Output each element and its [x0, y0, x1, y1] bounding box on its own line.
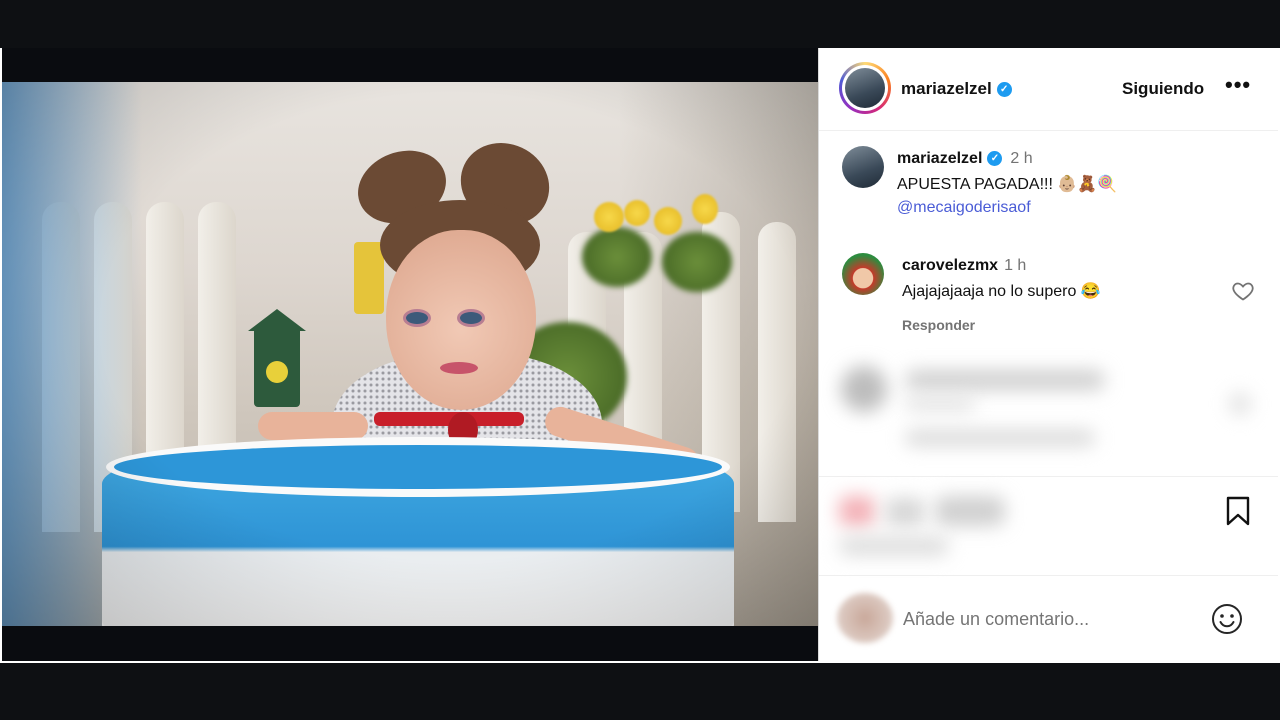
- post-media[interactable]: [2, 48, 818, 661]
- verified-badge-icon: ✓: [996, 82, 1012, 98]
- commenter-avatar[interactable]: [842, 253, 884, 295]
- author-avatar: [845, 68, 885, 108]
- reply-button[interactable]: Responder: [902, 317, 975, 333]
- current-user-avatar: [837, 593, 893, 643]
- blurred-comment: [905, 370, 1105, 390]
- comment-username[interactable]: carovelezmx: [902, 257, 998, 274]
- following-button[interactable]: Siguiendo: [1122, 79, 1204, 99]
- comment-text: Ajajajajaaja no lo supero 😂: [902, 283, 1101, 300]
- story-ring[interactable]: [839, 62, 891, 114]
- caption-username[interactable]: mariazelzel: [897, 150, 982, 167]
- post-photo: [2, 82, 818, 626]
- caption-text: APUESTA PAGADA!!! 👶🏼🧸🍭: [897, 176, 1118, 193]
- post-modal: mariazelzel ✓ Siguiendo ••• mariazelzel ✓ 2…: [0, 48, 1280, 663]
- post-header: mariazelzel ✓ Siguiendo •••: [819, 48, 1278, 131]
- bookmark-icon[interactable]: [1225, 496, 1251, 526]
- post-caption: mariazelzel ✓ 2 h APUESTA PAGADA!!! 👶🏼🧸🍭 @…: [819, 146, 1278, 236]
- add-comment-input[interactable]: [903, 609, 1203, 630]
- blurred-like-icon: [839, 496, 875, 526]
- ellipsis-icon[interactable]: •••: [1225, 72, 1251, 98]
- blurred-avatar: [841, 366, 887, 412]
- caption-mention-link[interactable]: @mecaigoderisaof: [897, 199, 1031, 217]
- author-username[interactable]: mariazelzel ✓: [901, 79, 1012, 99]
- heart-icon[interactable]: [1231, 279, 1255, 303]
- comment-item: carovelezmx 1 h Ajajajajaaja no lo supero…: [819, 253, 1278, 343]
- verified-badge-icon: ✓: [987, 151, 1003, 167]
- caption-avatar[interactable]: [842, 146, 884, 188]
- smiley-icon[interactable]: [1211, 603, 1243, 635]
- comment-timestamp[interactable]: 1 h: [1004, 257, 1026, 274]
- post-side-panel: mariazelzel ✓ Siguiendo ••• mariazelzel ✓ 2…: [818, 48, 1278, 661]
- caption-timestamp[interactable]: 2 h: [1010, 150, 1032, 167]
